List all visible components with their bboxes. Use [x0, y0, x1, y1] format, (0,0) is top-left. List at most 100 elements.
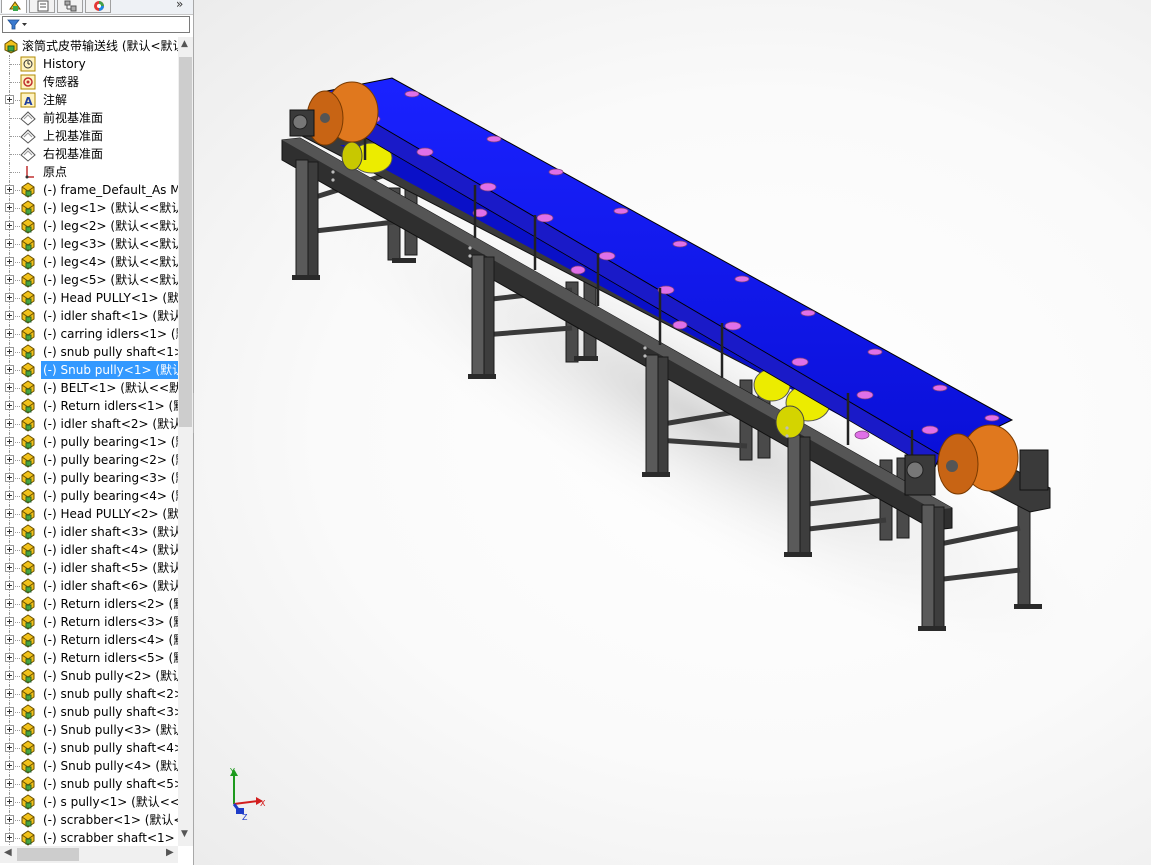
tree-item[interactable]: (-) s pully<1> (默认<<默 [0, 793, 178, 811]
tree-vertical-scrollbar[interactable]: ▲ ▼ [178, 37, 193, 846]
configuration-manager-tab[interactable] [57, 0, 83, 13]
expand-plus-icon[interactable] [5, 239, 14, 248]
tree-item[interactable]: (-) pully bearing<3> (默 [0, 469, 178, 487]
tree-item[interactable]: (-) Return idlers<2> (默 [0, 595, 178, 613]
expand-plus-icon[interactable] [5, 95, 14, 104]
graphics-viewport[interactable]: Y X Z [194, 0, 1151, 865]
tree-item[interactable]: 上视基准面 [0, 127, 178, 145]
tree-item-selected[interactable]: (-) Snub pully<1> (默认 [0, 360, 178, 380]
expand-plus-icon[interactable] [5, 203, 14, 212]
scroll-thumb[interactable] [179, 57, 192, 427]
part-icon [20, 200, 36, 216]
expand-plus-icon[interactable] [5, 743, 14, 752]
tree-item[interactable]: (-) snub pully shaft<4> [0, 739, 178, 757]
expand-plus-icon[interactable] [5, 833, 14, 842]
property-manager-tab[interactable] [29, 0, 55, 13]
tree-item[interactable]: (-) snub pully shaft<5> [0, 775, 178, 793]
tree-item[interactable]: (-) Head PULLY<1> (默认 [0, 289, 178, 307]
feature-manager-tab[interactable] [1, 0, 27, 13]
tree-item[interactable]: A 注解 [0, 91, 178, 109]
tree-item[interactable]: (-) Return idlers<3> (默 [0, 613, 178, 631]
tree-item[interactable]: (-) scrabber shaft<1> ( [0, 829, 178, 846]
tree-item[interactable]: (-) leg<5> (默认<<默认 [0, 271, 178, 289]
tree-item[interactable]: 右视基准面 [0, 145, 178, 163]
display-manager-tab[interactable] [85, 0, 111, 13]
expand-plus-icon[interactable] [5, 365, 14, 374]
tree-item[interactable]: (-) frame_Default_As Ma [0, 181, 178, 199]
tree-item[interactable]: (-) snub pully shaft<2> [0, 685, 178, 703]
tree-item[interactable]: (-) idler shaft<5> (默认< [0, 559, 178, 577]
tree-item[interactable]: (-) leg<1> (默认<<默认 [0, 199, 178, 217]
tree-item[interactable]: (-) Snub pully<4> (默认 [0, 757, 178, 775]
expand-plus-icon[interactable] [5, 815, 14, 824]
expand-plus-icon[interactable] [5, 455, 14, 464]
tree-item[interactable]: (-) pully bearing<2> (默 [0, 451, 178, 469]
expand-plus-icon[interactable] [5, 329, 14, 338]
tree-item[interactable]: (-) Return idlers<5> (默 [0, 649, 178, 667]
scroll-down-arrow[interactable]: ▼ [181, 829, 188, 839]
tree-item[interactable]: History [0, 55, 178, 73]
tree-item[interactable]: (-) snub pully shaft<1> [0, 343, 178, 361]
tree-item[interactable]: (-) Head PULLY<2> (默认 [0, 505, 178, 523]
scroll-right-arrow[interactable]: ▶ [166, 847, 174, 858]
conveyor-model[interactable] [194, 0, 1151, 865]
expand-plus-icon[interactable] [5, 779, 14, 788]
expand-plus-icon[interactable] [5, 581, 14, 590]
tree-item[interactable]: 传感器 [0, 73, 178, 91]
tree-item[interactable]: (-) scrabber<1> (默认< [0, 811, 178, 829]
tree-item[interactable]: (-) idler shaft<6> (默认< [0, 577, 178, 595]
tree-item[interactable]: (-) idler shaft<1> (默认< [0, 307, 178, 325]
expand-plus-icon[interactable] [5, 401, 14, 410]
expand-plus-icon[interactable] [5, 563, 14, 572]
expand-plus-icon[interactable] [5, 527, 14, 536]
tree-item[interactable]: 原点 [0, 163, 178, 181]
tree-item[interactable]: (-) Return idlers<4> (默 [0, 631, 178, 649]
expand-plus-icon[interactable] [5, 761, 14, 770]
tree-item[interactable]: (-) leg<4> (默认<<默认 [0, 253, 178, 271]
expand-plus-icon[interactable] [5, 293, 14, 302]
tree-item[interactable]: (-) Return idlers<1> (默 [0, 397, 178, 415]
tree-item[interactable]: (-) carring idlers<1> (默 [0, 325, 178, 343]
expand-plus-icon[interactable] [5, 221, 14, 230]
expand-plus-icon[interactable] [5, 311, 14, 320]
expand-plus-icon[interactable] [5, 473, 14, 482]
expand-plus-icon[interactable] [5, 689, 14, 698]
scroll-up-arrow[interactable]: ▲ [181, 39, 188, 49]
expand-plus-icon[interactable] [5, 617, 14, 626]
tree-item[interactable]: (-) leg<3> (默认<<默认 [0, 235, 178, 253]
tree-item[interactable]: (-) idler shaft<3> (默认< [0, 523, 178, 541]
tree-item[interactable]: (-) Snub pully<3> (默认 [0, 721, 178, 739]
expand-plus-icon[interactable] [5, 635, 14, 644]
expand-plus-icon[interactable] [5, 545, 14, 554]
expand-plus-icon[interactable] [5, 275, 14, 284]
tree-item[interactable]: (-) snub pully shaft<3> [0, 703, 178, 721]
expand-plus-icon[interactable] [5, 437, 14, 446]
tree-horizontal-scrollbar[interactable]: ◀ ▶ [0, 846, 178, 863]
tree-root-assembly[interactable]: 滚筒式皮带输送线 (默认<默认 [0, 37, 178, 55]
tree-item[interactable]: (-) BELT<1> (默认<<默认 [0, 379, 178, 397]
tree-item[interactable]: (-) idler shaft<4> (默认< [0, 541, 178, 559]
expand-plus-icon[interactable] [5, 653, 14, 662]
expand-plus-icon[interactable] [5, 185, 14, 194]
expand-plus-icon[interactable] [5, 347, 14, 356]
expand-plus-icon[interactable] [5, 257, 14, 266]
expand-plus-icon[interactable] [5, 383, 14, 392]
tree-item[interactable]: (-) leg<2> (默认<<默认 [0, 217, 178, 235]
tree-item[interactable]: (-) pully bearing<1> (默 [0, 433, 178, 451]
expand-plus-icon[interactable] [5, 725, 14, 734]
expand-plus-icon[interactable] [5, 671, 14, 680]
tree-item[interactable]: (-) Snub pully<2> (默认 [0, 667, 178, 685]
expand-plus-icon[interactable] [5, 599, 14, 608]
expand-plus-icon[interactable] [5, 491, 14, 500]
tree-item[interactable]: 前视基准面 [0, 109, 178, 127]
scroll-thumb-horizontal[interactable] [17, 848, 79, 861]
tree-filter-input[interactable] [2, 16, 190, 33]
more-tabs-button[interactable]: » [176, 0, 183, 11]
tree-item[interactable]: (-) idler shaft<2> (默认< [0, 415, 178, 433]
tree-item[interactable]: (-) pully bearing<4> (默 [0, 487, 178, 505]
expand-plus-icon[interactable] [5, 419, 14, 428]
scroll-left-arrow[interactable]: ◀ [4, 847, 12, 858]
expand-plus-icon[interactable] [5, 509, 14, 518]
expand-plus-icon[interactable] [5, 707, 14, 716]
expand-plus-icon[interactable] [5, 797, 14, 806]
